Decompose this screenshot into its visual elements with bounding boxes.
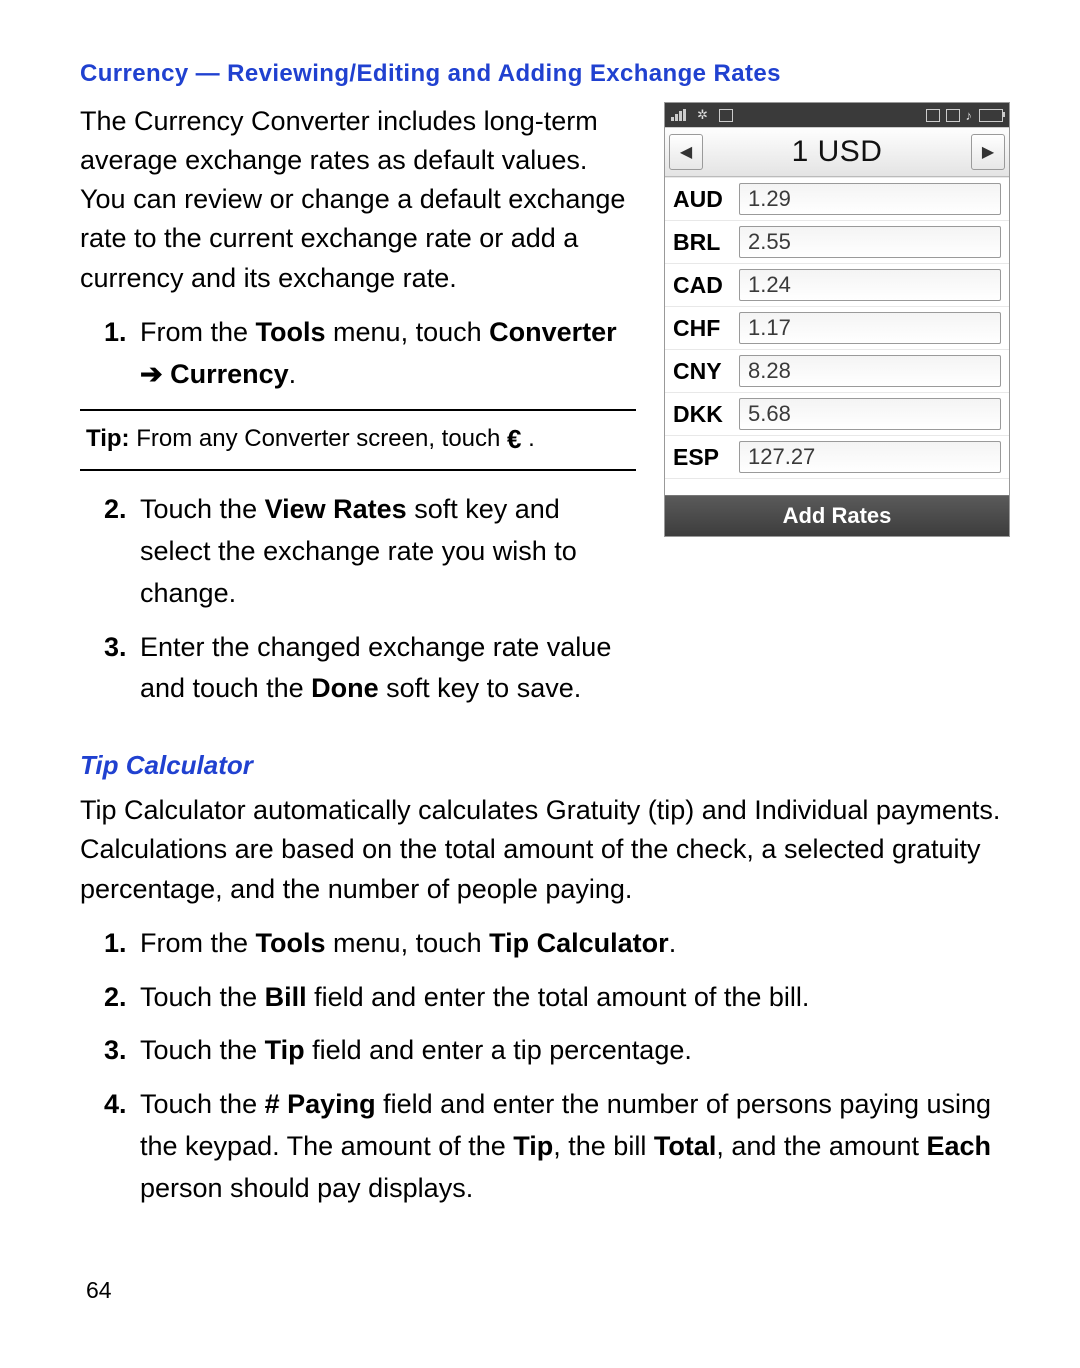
- rate-row: CHF 1.17: [665, 306, 1009, 349]
- currency-code-label: CNY: [673, 358, 731, 385]
- currency-code-label: CAD: [673, 272, 731, 299]
- base-currency-label: 1 USD: [792, 135, 883, 169]
- currency-step-3: Enter the changed exchange rate value an…: [134, 627, 636, 711]
- currency-intro: The Currency Converter includes long-ter…: [80, 102, 636, 298]
- prev-currency-button[interactable]: ◀: [669, 134, 703, 170]
- rate-value-field[interactable]: 127.27: [739, 441, 1001, 473]
- next-currency-button[interactable]: ▶: [971, 134, 1005, 170]
- currency-step-1: From the Tools menu, touch Converter ➔ C…: [134, 312, 636, 396]
- rate-row: ESP 127.27: [665, 435, 1009, 478]
- rate-row: DKK 5.68: [665, 392, 1009, 435]
- euro-icon: €: [507, 421, 521, 459]
- currency-code-label: ESP: [673, 444, 731, 471]
- status-box-icon: [946, 109, 960, 122]
- rate-value-field[interactable]: 5.68: [739, 398, 1001, 430]
- currency-title-bar: ◀ 1 USD ▶: [665, 127, 1009, 177]
- battery-icon: [979, 109, 1003, 122]
- signal-icon: [671, 109, 687, 121]
- rate-value-field[interactable]: 1.29: [739, 183, 1001, 215]
- rate-value-field[interactable]: 1.17: [739, 312, 1001, 344]
- currency-step-2: Touch the View Rates soft key and select…: [134, 489, 636, 615]
- rate-row: BRL 2.55: [665, 220, 1009, 263]
- tip-box: Tip: From any Converter screen, touch € …: [80, 409, 636, 471]
- status-indicator-icon: ✲: [697, 107, 709, 123]
- rate-row: AUD 1.29: [665, 177, 1009, 220]
- currency-code-label: BRL: [673, 229, 731, 256]
- section-heading-tip-calculator: Tip Calculator: [80, 750, 1010, 781]
- tip-step-2: Touch the Bill field and enter the total…: [134, 977, 1010, 1019]
- list-spacer: [665, 478, 1009, 495]
- tip-step-4: Touch the # Paying field and enter the n…: [134, 1084, 1010, 1210]
- tip-step-3: Touch the Tip field and enter a tip perc…: [134, 1030, 1010, 1072]
- music-icon: ♪: [966, 108, 974, 123]
- rate-row: CAD 1.24: [665, 263, 1009, 306]
- rate-value-field[interactable]: 8.28: [739, 355, 1001, 387]
- add-rates-softkey[interactable]: Add Rates: [665, 495, 1009, 536]
- currency-code-label: DKK: [673, 401, 731, 428]
- section-heading-currency: Currency — Reviewing/Editing and Adding …: [80, 60, 1010, 88]
- rate-value-field[interactable]: 2.55: [739, 226, 1001, 258]
- rate-row: CNY 8.28: [665, 349, 1009, 392]
- status-bar: ✲ ♪: [665, 103, 1009, 127]
- rate-value-field[interactable]: 1.24: [739, 269, 1001, 301]
- currency-code-label: AUD: [673, 186, 731, 213]
- tip-calc-intro: Tip Calculator automatically calculates …: [80, 791, 1010, 908]
- status-box-icon: [926, 109, 940, 122]
- page-number: 64: [86, 1277, 112, 1304]
- currency-code-label: CHF: [673, 315, 731, 342]
- status-box-icon: [719, 109, 733, 122]
- currency-converter-screenshot: ✲ ♪ ◀ 1 USD ▶ AUD 1.29 BRL 2.55 CAD 1.24 CHF 1.…: [664, 102, 1010, 537]
- tip-step-1: From the Tools menu, touch Tip Calculato…: [134, 923, 1010, 965]
